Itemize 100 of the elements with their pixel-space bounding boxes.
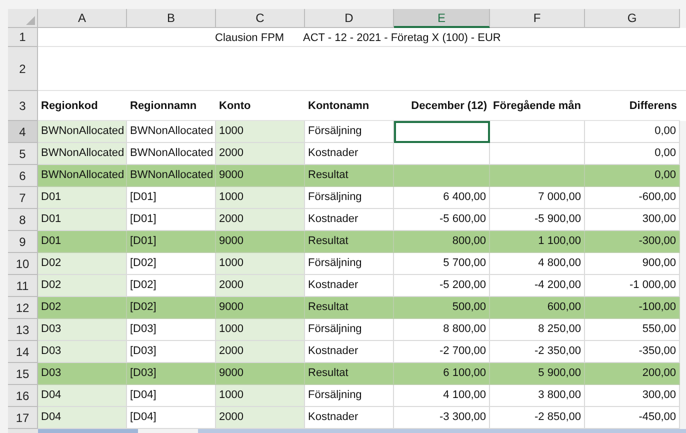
table-cell[interactable]: D03 xyxy=(38,319,127,341)
table-cell[interactable]: 1000 xyxy=(216,319,305,341)
row-header[interactable]: 14 xyxy=(8,341,38,363)
table-cell[interactable]: 6 400,00 xyxy=(394,187,490,209)
table-cell[interactable]: 8 800,00 xyxy=(394,319,490,341)
table-cell[interactable]: [D02] xyxy=(127,297,216,319)
table-cell[interactable]: BWNonAllocated xyxy=(127,143,216,165)
table-cell[interactable]: -4 200,00 xyxy=(490,275,585,297)
table-cell[interactable]: 2000 xyxy=(216,275,305,297)
table-cell[interactable]: 500,00 xyxy=(394,297,490,319)
row-header[interactable]: 2 xyxy=(8,47,38,91)
row-header[interactable]: 9 xyxy=(8,231,38,253)
table-cell[interactable]: 1 100,00 xyxy=(490,231,585,253)
table-cell[interactable]: BWNonAllocated xyxy=(38,121,127,143)
table-cell[interactable]: 2000 xyxy=(216,209,305,231)
table-cell[interactable]: BWNonAllocated xyxy=(127,165,216,187)
table-cell[interactable]: [D01] xyxy=(127,209,216,231)
table-cell[interactable]: 4 800,00 xyxy=(490,253,585,275)
table-cell[interactable]: -3 300,00 xyxy=(394,407,490,429)
row-header[interactable]: 15 xyxy=(8,363,38,385)
table-cell[interactable]: -2 350,00 xyxy=(490,341,585,363)
table-cell[interactable]: 600,00 xyxy=(490,297,585,319)
column-header[interactable]: D xyxy=(305,9,394,28)
table-cell[interactable]: -2 850,00 xyxy=(490,407,585,429)
scroll-bar[interactable] xyxy=(38,429,138,433)
table-cell[interactable]: Försäljning xyxy=(305,253,394,275)
row-header[interactable]: 16 xyxy=(8,385,38,407)
table-cell[interactable]: Resultat xyxy=(305,297,394,319)
row-header[interactable]: 11 xyxy=(8,275,38,297)
table-cell[interactable]: -450,00 xyxy=(585,407,680,429)
row-header[interactable]: 4 xyxy=(8,121,38,143)
table-cell[interactable]: 0,00 xyxy=(585,165,680,187)
table-cell[interactable] xyxy=(490,165,585,187)
table-cell[interactable]: 2000 xyxy=(216,407,305,429)
table-cell[interactable]: [D02] xyxy=(127,253,216,275)
table-cell[interactable]: [D01] xyxy=(127,187,216,209)
table-cell[interactable]: Kostnader xyxy=(305,143,394,165)
row-header[interactable]: 17 xyxy=(8,407,38,429)
row-header[interactable]: 13 xyxy=(8,319,38,341)
table-cell[interactable]: 7 000,00 xyxy=(490,187,585,209)
table-cell[interactable]: 9000 xyxy=(216,297,305,319)
table-cell[interactable]: [D03] xyxy=(127,341,216,363)
table-cell[interactable]: 4 100,00 xyxy=(394,385,490,407)
table-cell[interactable]: [D03] xyxy=(127,319,216,341)
table-cell[interactable]: Försäljning xyxy=(305,121,394,143)
table-cell[interactable]: 1000 xyxy=(216,253,305,275)
table-cell[interactable]: [D04] xyxy=(127,407,216,429)
table-cell[interactable]: BWNonAllocated xyxy=(38,143,127,165)
table-cell[interactable]: D01 xyxy=(38,187,127,209)
column-header[interactable]: C xyxy=(216,9,305,28)
table-cell[interactable]: 300,00 xyxy=(585,209,680,231)
row-header[interactable]: 5 xyxy=(8,143,38,165)
table-cell[interactable]: 200,00 xyxy=(585,363,680,385)
table-cell[interactable]: D03 xyxy=(38,341,127,363)
table-cell[interactable]: 550,00 xyxy=(585,319,680,341)
table-cell[interactable]: [D02] xyxy=(127,275,216,297)
table-cell[interactable]: D02 xyxy=(38,275,127,297)
table-cell[interactable]: Resultat xyxy=(305,363,394,385)
table-cell[interactable]: D04 xyxy=(38,385,127,407)
table-cell[interactable]: -5 900,00 xyxy=(490,209,585,231)
table-cell[interactable]: [D01] xyxy=(127,231,216,253)
table-cell[interactable]: 5 700,00 xyxy=(394,253,490,275)
table-cell[interactable]: [D03] xyxy=(127,363,216,385)
table-cell[interactable]: -600,00 xyxy=(585,187,680,209)
column-header[interactable]: B xyxy=(127,9,216,28)
table-cell[interactable]: Resultat xyxy=(305,231,394,253)
table-cell[interactable]: 9000 xyxy=(216,165,305,187)
table-cell[interactable]: -350,00 xyxy=(585,341,680,363)
table-cell[interactable]: 1000 xyxy=(216,187,305,209)
table-cell[interactable]: BWNonAllocated xyxy=(127,121,216,143)
column-header[interactable]: F xyxy=(490,9,585,28)
table-cell[interactable]: 800,00 xyxy=(394,231,490,253)
column-header[interactable]: E xyxy=(394,9,490,28)
table-cell[interactable]: D02 xyxy=(38,297,127,319)
table-cell[interactable] xyxy=(394,165,490,187)
table-cell[interactable]: 1000 xyxy=(216,121,305,143)
table-cell[interactable]: 300,00 xyxy=(585,385,680,407)
table-cell[interactable]: D01 xyxy=(38,231,127,253)
table-cell[interactable]: 0,00 xyxy=(585,121,680,143)
table-cell[interactable]: -1 000,00 xyxy=(585,275,680,297)
row-header[interactable]: 6 xyxy=(8,165,38,187)
table-cell[interactable]: Försäljning xyxy=(305,187,394,209)
table-cell[interactable]: 2000 xyxy=(216,143,305,165)
table-cell[interactable]: -300,00 xyxy=(585,231,680,253)
row-header[interactable]: 1 xyxy=(8,28,38,47)
row-header[interactable]: 12 xyxy=(8,297,38,319)
table-cell[interactable]: D03 xyxy=(38,363,127,385)
table-cell[interactable]: 8 250,00 xyxy=(490,319,585,341)
table-cell[interactable]: 6 100,00 xyxy=(394,363,490,385)
table-cell[interactable]: Kostnader xyxy=(305,275,394,297)
table-cell[interactable]: 3 800,00 xyxy=(490,385,585,407)
table-cell[interactable]: 9000 xyxy=(216,231,305,253)
table-cell[interactable]: D01 xyxy=(38,209,127,231)
table-cell[interactable]: Kostnader xyxy=(305,407,394,429)
table-cell[interactable]: [D04] xyxy=(127,385,216,407)
table-cell[interactable]: 9000 xyxy=(216,363,305,385)
column-header[interactable]: A xyxy=(38,9,127,28)
table-cell[interactable]: 0,00 xyxy=(585,143,680,165)
table-cell[interactable]: 5 900,00 xyxy=(490,363,585,385)
table-cell[interactable]: -5 200,00 xyxy=(394,275,490,297)
